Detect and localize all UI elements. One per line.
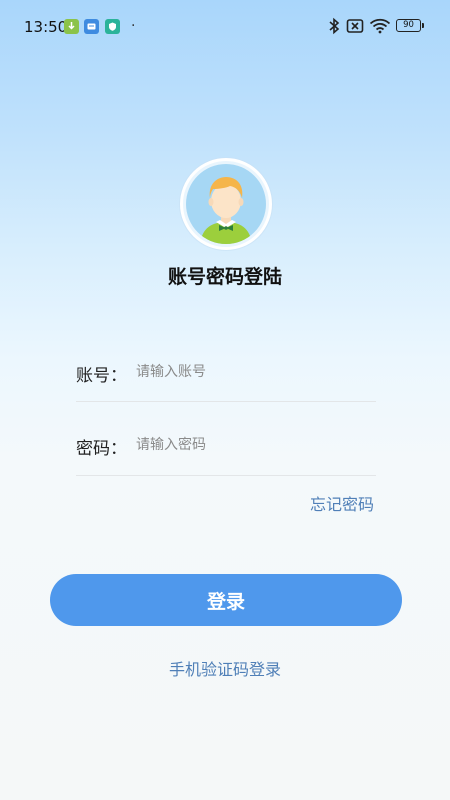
more-notifications-icon: · [131,18,136,34]
password-divider [76,475,376,476]
battery-icon: 90 [396,19,424,32]
forgot-password-link[interactable]: 忘记密码 [310,491,374,515]
shield-app-icon [105,19,120,34]
password-input[interactable] [136,431,376,459]
login-button[interactable]: 登录 [50,574,402,626]
page-title: 账号密码登陆 [167,266,282,288]
download-icon [64,19,79,34]
account-divider [76,401,376,402]
account-input[interactable] [136,358,376,386]
no-sim-icon [346,16,364,36]
status-bar: 13:50 · 90 [0,0,450,52]
password-label: 密码： [76,439,127,459]
wifi-icon [369,16,391,36]
status-time: 13:50 [24,18,68,36]
message-app-icon [84,19,99,34]
bluetooth-icon [328,16,340,36]
account-label: 账号： [76,366,127,386]
sms-login-link[interactable]: 手机验证码登录 [0,656,450,680]
avatar [180,158,272,250]
user-avatar-icon [186,164,266,244]
